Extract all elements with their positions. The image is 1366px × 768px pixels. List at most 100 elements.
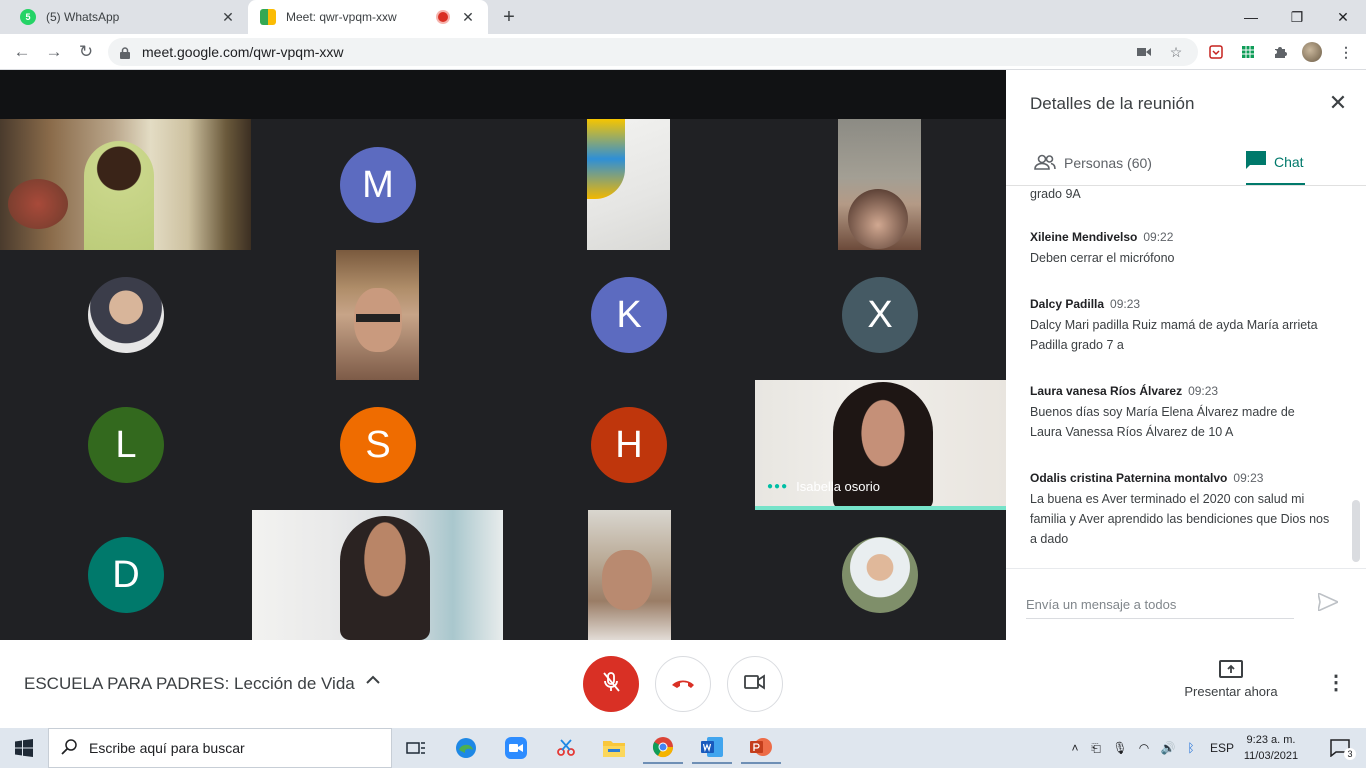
avatar-letter: S: [365, 423, 391, 466]
top-band: [0, 70, 1006, 119]
search-placeholder: Escribe aquí para buscar: [89, 740, 245, 756]
chat-message: Odalis cristina Paternina montalvo 09:23 …: [1030, 469, 1330, 549]
bluetooth-icon[interactable]: ᛒ: [1180, 741, 1202, 755]
people-icon: [1034, 154, 1056, 173]
back-icon[interactable]: ←: [10, 40, 34, 64]
bookmark-star-icon[interactable]: ☆: [1166, 42, 1186, 62]
avatar-letter: D: [112, 553, 140, 596]
participant-video-5[interactable]: [336, 250, 419, 380]
message-sender: Dalcy Padilla: [1030, 297, 1105, 311]
extension-red-icon[interactable]: [1206, 42, 1226, 62]
present-screen-icon: [1219, 660, 1243, 678]
chat-message: Dalcy Padilla 09:23 Dalcy Mari padilla Ru…: [1030, 295, 1330, 355]
reload-icon[interactable]: ↻: [74, 40, 98, 64]
message-text: Dalcy Mari padilla Ruiz mamá de ayda Mar…: [1030, 318, 1318, 352]
wifi-icon[interactable]: ◠: [1132, 741, 1156, 755]
meet-icon: [260, 9, 276, 25]
chat-composer: Envía un mensaje a todos: [1006, 568, 1366, 640]
chat-message-list: grado 9A Xileine Mendivelso 09:22 Deben c…: [1030, 186, 1330, 568]
participant-avatar-m[interactable]: M: [340, 147, 416, 223]
chat-message-input[interactable]: Envía un mensaje a todos: [1026, 597, 1294, 619]
new-tab-icon[interactable]: +: [498, 6, 520, 28]
file-explorer-icon[interactable]: [594, 732, 634, 764]
chat-message: Xileine Mendivelso 09:22 Deben cerrar el …: [1030, 228, 1330, 268]
camera-permission-icon[interactable]: [1134, 42, 1154, 62]
chat-scrollbar[interactable]: [1352, 500, 1360, 562]
word-icon[interactable]: [692, 732, 732, 764]
close-tab-icon[interactable]: ✕: [220, 9, 236, 26]
taskbar-search[interactable]: Escribe aquí para buscar: [48, 728, 392, 768]
edge-browser-icon[interactable]: [446, 732, 486, 764]
chat-message: grado 9A: [1030, 186, 1330, 204]
microphone-icon[interactable]: 🎙: [1108, 741, 1132, 755]
minimize-icon[interactable]: —: [1228, 0, 1274, 34]
participant-video-8[interactable]: [588, 510, 671, 640]
message-time: 09:23: [1188, 384, 1219, 398]
present-now-button[interactable]: Presentar ahora: [1176, 660, 1286, 699]
language-indicator[interactable]: ESP: [1210, 741, 1234, 755]
chevron-up-icon[interactable]: [362, 672, 384, 694]
sheets-extension-icon[interactable]: [1238, 42, 1258, 62]
close-tab-icon[interactable]: ✕: [460, 9, 476, 26]
participant-avatar-d[interactable]: D: [88, 537, 164, 613]
panel-title: Detalles de la reunión: [1030, 94, 1195, 113]
volume-icon[interactable]: 🔊: [1156, 741, 1180, 755]
speaker-video[interactable]: ●●● Isabella osorio: [755, 380, 1006, 510]
participant-avatar-s[interactable]: S: [340, 407, 416, 483]
extensions-puzzle-icon[interactable]: [1270, 42, 1290, 62]
meeting-controls-bar: ESCUELA PARA PADRES: Lección de Vida Pre…: [0, 640, 1366, 728]
task-view-icon[interactable]: [396, 732, 436, 764]
notification-center-icon[interactable]: 3: [1322, 728, 1358, 768]
send-icon[interactable]: [1316, 591, 1340, 615]
tab-people[interactable]: Personas (60): [1034, 140, 1152, 186]
zoom-app-icon[interactable]: [496, 732, 536, 764]
message-sender: Odalis cristina Paternina montalvo: [1030, 471, 1228, 485]
message-text: Buenos días soy María Elena Álvarez madr…: [1030, 405, 1295, 439]
mic-muted-button[interactable]: [583, 656, 639, 712]
participant-photo-2[interactable]: [842, 537, 918, 613]
message-text: Deben cerrar el micrófono: [1030, 251, 1175, 265]
close-window-icon[interactable]: ✕: [1320, 0, 1366, 34]
speaker-name-label: ●●● Isabella osorio: [767, 479, 880, 494]
chrome-menu-icon[interactable]: ⋮: [1336, 42, 1356, 62]
participant-avatar-h[interactable]: H: [591, 407, 667, 483]
participant-photo-1[interactable]: [88, 277, 164, 353]
message-text: grado 9A: [1030, 187, 1081, 201]
address-bar[interactable]: meet.google.com/qwr-vpqm-xxw: [108, 38, 1198, 66]
network-device-icon[interactable]: ⎗: [1084, 741, 1108, 756]
chevron-up-tray-icon[interactable]: ˄: [1066, 741, 1084, 755]
video-camera-icon: [744, 673, 766, 695]
tab-meet[interactable]: Meet: qwr-vpqm-xxw ✕: [248, 0, 488, 34]
tab-whatsapp[interactable]: 5 (5) WhatsApp ✕: [8, 0, 248, 34]
participant-video-4[interactable]: [838, 119, 921, 250]
tab-chat[interactable]: Chat: [1246, 140, 1305, 186]
message-time: 09:22: [1143, 230, 1174, 244]
snipping-tool-icon[interactable]: [546, 732, 586, 764]
windows-start-icon[interactable]: [0, 728, 48, 768]
chrome-icon[interactable]: [643, 732, 683, 764]
powerpoint-icon[interactable]: [741, 732, 781, 764]
message-time: 09:23: [1233, 471, 1264, 485]
message-time: 09:23: [1110, 297, 1141, 311]
participant-video-1[interactable]: [0, 119, 251, 250]
system-tray: ˄ ⎗ 🎙 ◠ 🔊 ᛒ ESP: [1066, 728, 1234, 768]
camera-button[interactable]: [727, 656, 783, 712]
profile-avatar[interactable]: [1302, 42, 1322, 62]
close-panel-icon[interactable]: ✕: [1326, 92, 1350, 116]
forward-icon[interactable]: →: [42, 40, 66, 64]
participant-avatar-k[interactable]: K: [591, 277, 667, 353]
participant-avatar-l[interactable]: L: [88, 407, 164, 483]
end-call-button[interactable]: [655, 656, 711, 712]
taskbar-clock[interactable]: 9:23 a. m. 11/03/2021: [1240, 732, 1302, 764]
participant-video-7[interactable]: [252, 510, 503, 640]
tab-title: Meet: qwr-vpqm-xxw: [286, 10, 397, 24]
tab-title: (5) WhatsApp: [46, 10, 120, 24]
participant-avatar-x[interactable]: X: [842, 277, 918, 353]
search-icon: [61, 738, 77, 758]
restore-icon[interactable]: ❐: [1274, 0, 1320, 34]
more-options-icon[interactable]: ⋮: [1326, 672, 1346, 696]
avatar-letter: M: [362, 163, 394, 206]
notification-count: 3: [1344, 748, 1356, 760]
mic-off-icon: [602, 671, 620, 698]
participant-video-3[interactable]: [587, 119, 670, 250]
